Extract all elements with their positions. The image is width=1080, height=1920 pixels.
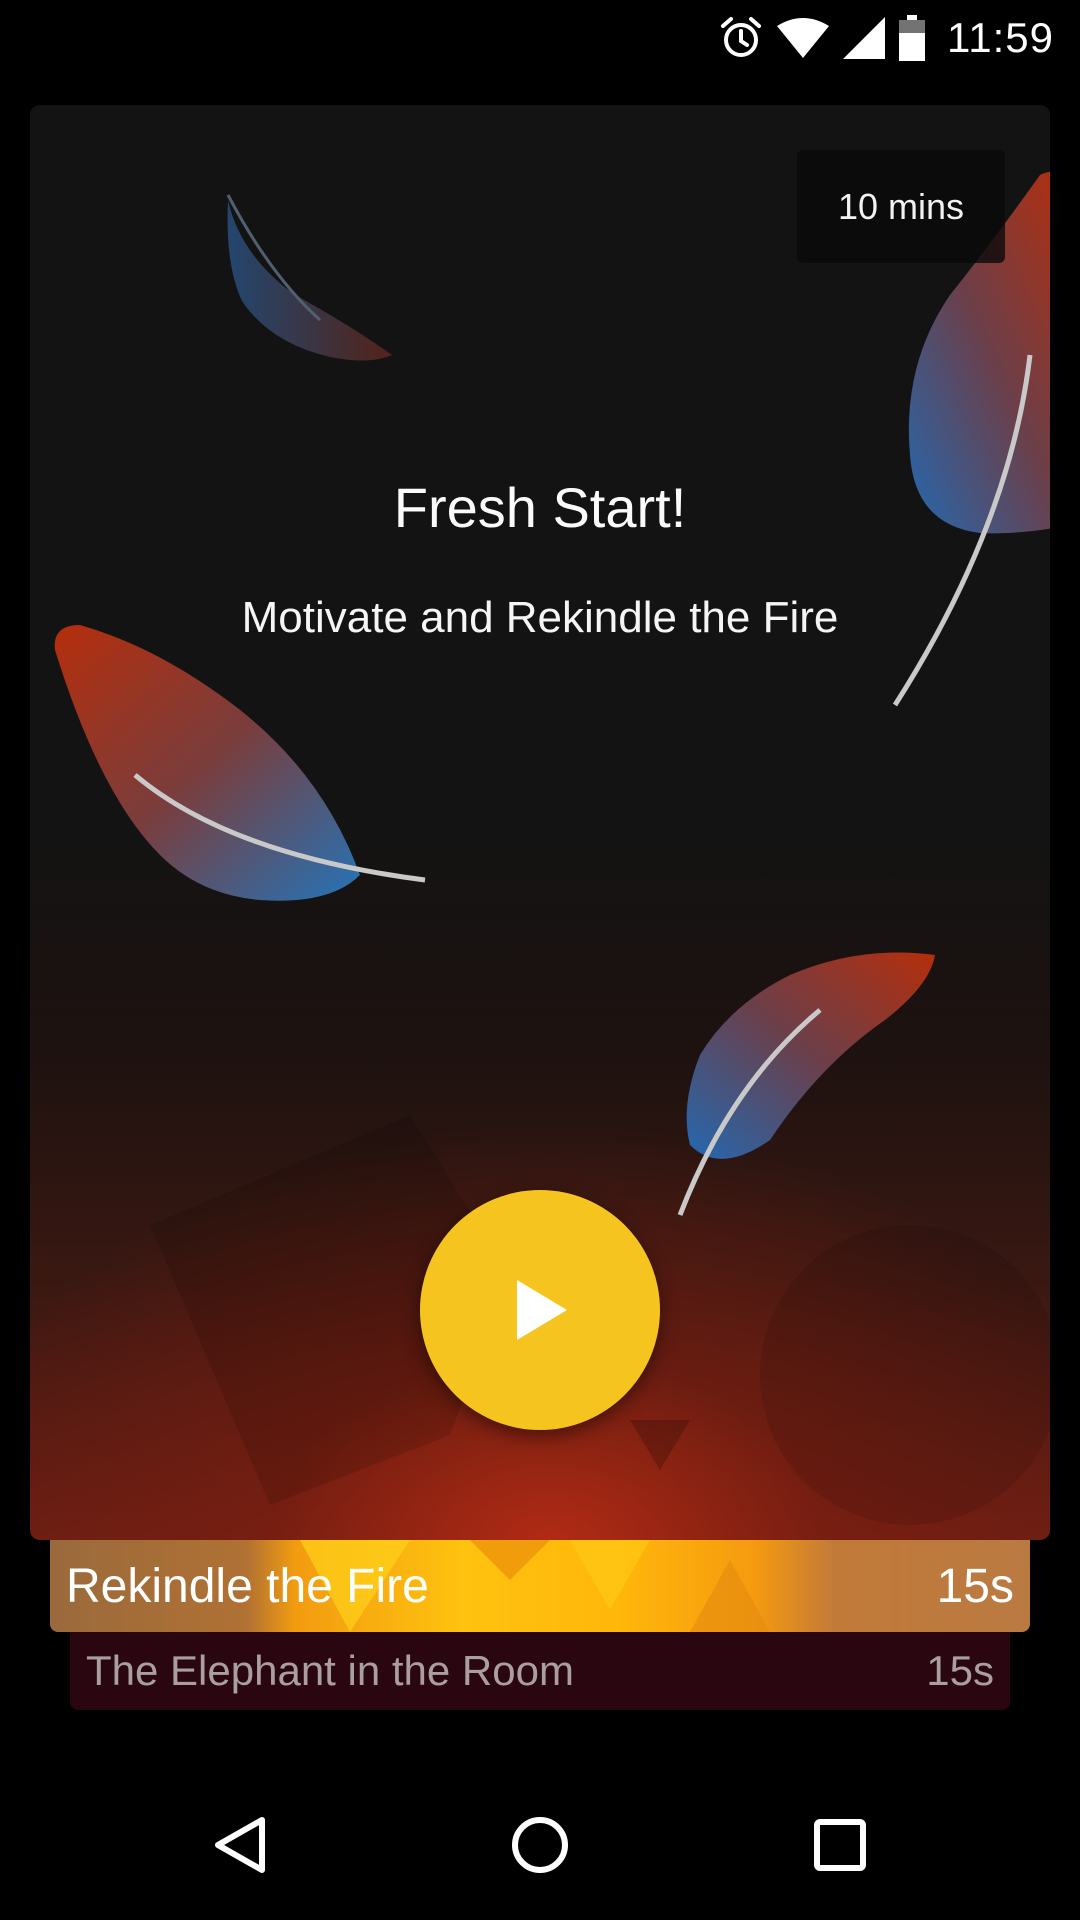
track-duration: 15s <box>936 1559 1014 1613</box>
duration-badge: 10 mins <box>797 150 1005 263</box>
recent-apps-icon <box>814 1819 866 1871</box>
play-icon <box>517 1280 567 1340</box>
session-subtitle: Motivate and Rekindle the Fire <box>241 593 839 642</box>
back-button[interactable] <box>160 1770 320 1920</box>
recent-apps-button[interactable] <box>760 1770 920 1920</box>
signal-icon <box>843 16 885 59</box>
feather-small <box>226 194 392 361</box>
back-icon <box>215 1817 265 1873</box>
track-item[interactable]: The Elephant in the Room 15s <box>70 1632 1010 1710</box>
status-time: 11:59 <box>947 13 1054 61</box>
navigation-bar <box>0 1770 1080 1920</box>
session-card[interactable]: 10 mins Fresh Start! Motivate and Rekind… <box>30 105 1050 1540</box>
session-title: Fresh Start! <box>393 476 687 539</box>
wifi-icon <box>777 17 829 58</box>
feather-middle <box>677 952 935 1216</box>
battery-icon <box>899 14 925 61</box>
home-button[interactable] <box>460 1770 620 1920</box>
track-name: The Elephant in the Room <box>86 1647 574 1694</box>
track-name: Rekindle the Fire <box>66 1559 429 1613</box>
play-button[interactable] <box>420 1190 660 1430</box>
status-bar: 11:59 <box>0 0 1080 75</box>
feather-left <box>54 625 426 901</box>
home-icon <box>512 1817 568 1873</box>
track-item[interactable]: Rekindle the Fire 15s <box>50 1540 1030 1632</box>
track-duration: 15s <box>926 1647 994 1694</box>
alarm-icon <box>719 16 763 60</box>
